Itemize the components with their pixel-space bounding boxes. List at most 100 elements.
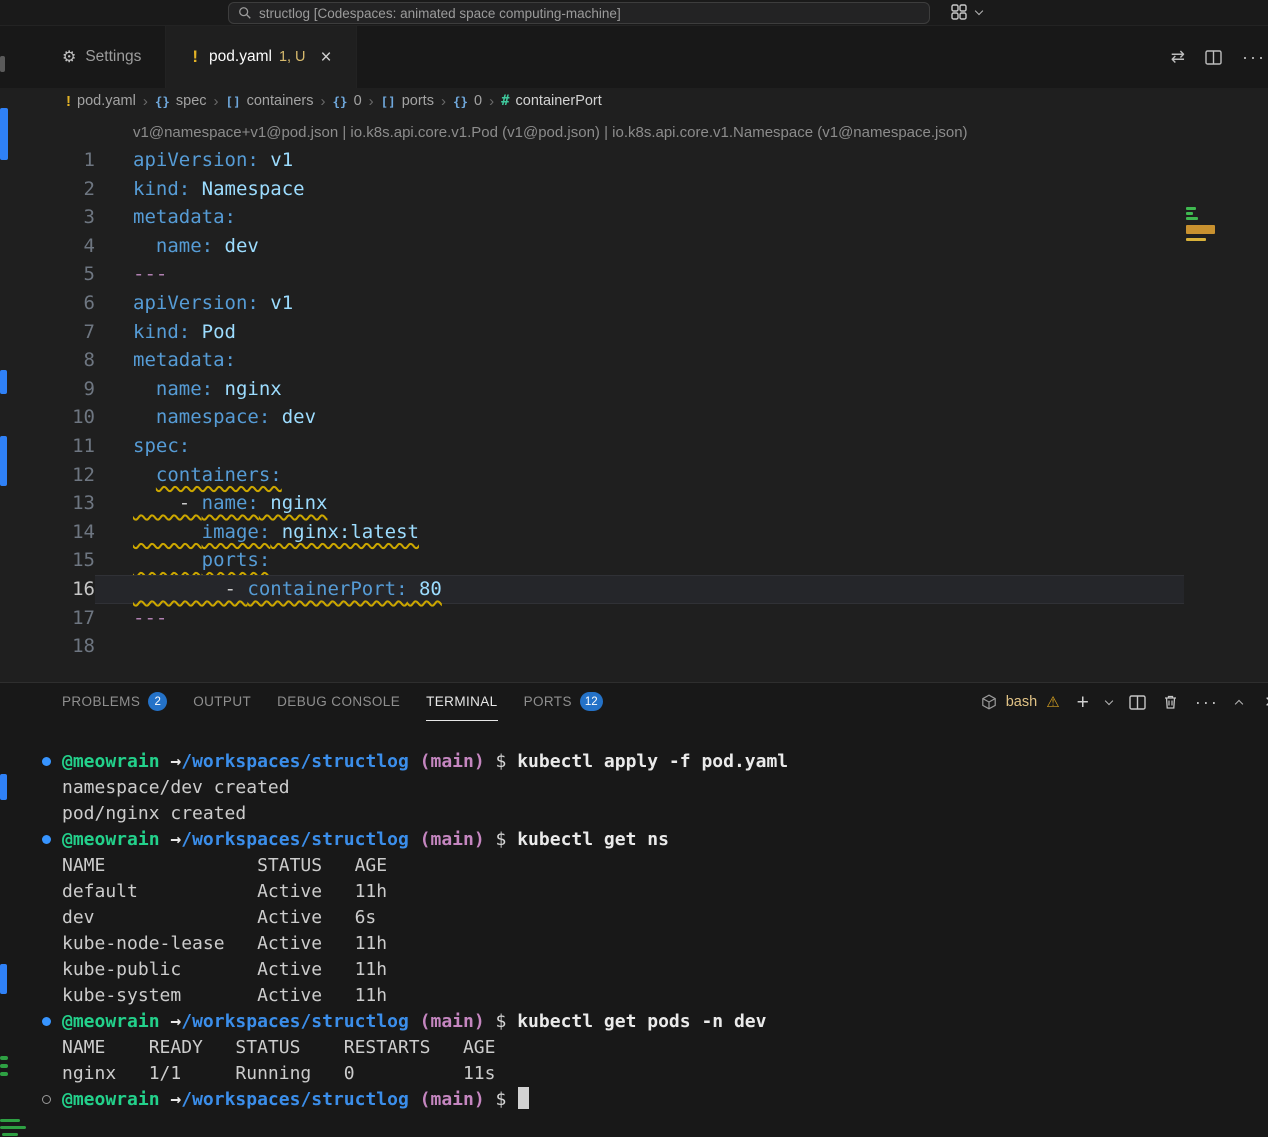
code-line-content: ports: — [95, 546, 1184, 575]
terminal-line[interactable]: @meowrain →/workspaces/structlog (main) … — [40, 827, 1268, 853]
terminal-line[interactable]: NAME READY STATUS RESTARTS AGE — [40, 1035, 1268, 1061]
code-line[interactable]: 12 containers: — [0, 461, 1268, 490]
terminal-line[interactable]: dev Active 6s — [40, 905, 1268, 931]
command-center-search[interactable]: structlog [Codespaces: animated space co… — [228, 2, 930, 24]
code-line[interactable]: 18 — [0, 632, 1268, 661]
command-marker — [40, 749, 62, 775]
terminal-line[interactable]: namespace/dev created — [40, 775, 1268, 801]
split-terminal-icon[interactable] — [1129, 695, 1146, 710]
code-line[interactable]: 2kind: Namespace — [0, 175, 1268, 204]
field-symbol-icon: # — [501, 93, 509, 109]
panel-tab-terminal[interactable]: TERMINAL — [426, 683, 497, 721]
terminal-line[interactable]: @meowrain →/workspaces/structlog (main) … — [40, 1009, 1268, 1035]
terminal-line-content: nginx 1/1 Running 0 11s — [62, 1061, 495, 1087]
line-number: 10 — [0, 403, 95, 432]
more-actions-icon[interactable]: ··· — [1242, 47, 1266, 68]
line-number: 11 — [0, 432, 95, 461]
code-line-content: apiVersion: v1 — [95, 289, 1184, 318]
command-marker — [40, 905, 62, 931]
terminal-shell-name[interactable]: bash — [1006, 694, 1037, 710]
breadcrumb-separator-icon: › — [441, 93, 446, 110]
terminal-content: @meowrain →/workspaces/structlog (main) … — [40, 749, 1268, 1113]
code-line[interactable]: 13 - name: nginx — [0, 489, 1268, 518]
command-marker — [40, 853, 62, 879]
code-line[interactable]: 10 namespace: dev — [0, 403, 1268, 432]
terminal-line[interactable]: NAME STATUS AGE — [40, 853, 1268, 879]
terminal-line-content: kube-public Active 11h — [62, 957, 387, 983]
terminal-line[interactable]: kube-public Active 11h — [40, 957, 1268, 983]
panel-tab-problems[interactable]: PROBLEMS2 — [62, 683, 167, 721]
line-number: 14 — [0, 518, 95, 547]
command-marker — [40, 931, 62, 957]
tab-settings[interactable]: ⚙ Settings — [38, 26, 166, 88]
breadcrumb-label: ports — [402, 93, 434, 109]
minimap[interactable] — [1184, 202, 1268, 682]
line-number: 16 — [0, 575, 95, 604]
breadcrumb-item[interactable]: !pod.yaml — [66, 93, 136, 110]
code-line-content: metadata: — [95, 346, 1184, 375]
terminal-line[interactable]: kube-system Active 11h — [40, 983, 1268, 1009]
code-line[interactable]: 8metadata: — [0, 346, 1268, 375]
code-line[interactable]: 9 name: nginx — [0, 375, 1268, 404]
command-marker — [40, 1035, 62, 1061]
panel-tab-debug-console[interactable]: DEBUG CONSOLE — [277, 683, 400, 721]
breadcrumb-label: containers — [247, 93, 314, 109]
code-line[interactable]: 14 image: nginx:latest — [0, 518, 1268, 547]
panel-tab-ports[interactable]: PORTS12 — [524, 683, 603, 721]
maximize-panel-icon[interactable] — [1235, 700, 1243, 708]
terminal-line[interactable]: default Active 11h — [40, 879, 1268, 905]
new-terminal-icon[interactable]: + — [1077, 692, 1089, 713]
code-line[interactable]: 5--- — [0, 260, 1268, 289]
code-line[interactable]: 16 - containerPort: 80 — [0, 575, 1268, 604]
title-bar: structlog [Codespaces: animated space co… — [0, 0, 1268, 26]
array-symbol-icon: [] — [226, 94, 241, 109]
code-lines[interactable]: 1apiVersion: v12kind: Namespace3metadata… — [0, 146, 1268, 661]
panel: PROBLEMS2 OUTPUT DEBUG CONSOLE TERMINAL PORT… — [0, 682, 1268, 1137]
command-marker — [40, 1061, 62, 1087]
split-editor-icon[interactable] — [1205, 50, 1222, 65]
code-line[interactable]: 11spec: — [0, 432, 1268, 461]
terminal-line[interactable]: @meowrain →/workspaces/structlog (main) … — [40, 1087, 1268, 1113]
terminal-dropdown-icon[interactable] — [1105, 696, 1113, 704]
search-text: structlog [Codespaces: animated space co… — [259, 6, 621, 21]
command-marker — [40, 1009, 62, 1035]
code-line[interactable]: 17--- — [0, 604, 1268, 633]
yaml-schema-codelens[interactable]: v1@namespace+v1@pod.json | io.k8s.api.co… — [0, 114, 1268, 146]
code-line[interactable]: 7kind: Pod — [0, 318, 1268, 347]
more-actions-icon[interactable]: ··· — [1195, 692, 1219, 713]
terminal-line[interactable]: @meowrain →/workspaces/structlog (main) … — [40, 749, 1268, 775]
code-line-content: name: dev — [95, 232, 1184, 261]
terminal-line[interactable]: pod/nginx created — [40, 801, 1268, 827]
command-success-icon — [42, 835, 51, 844]
code-line[interactable]: 4 name: dev — [0, 232, 1268, 261]
code-line-content: namespace: dev — [95, 403, 1184, 432]
codespaces-menu-button[interactable] — [950, 3, 982, 21]
panel-tab-label: PORTS — [524, 694, 572, 709]
code-line[interactable]: 1apiVersion: v1 — [0, 146, 1268, 175]
trash-icon[interactable] — [1163, 694, 1178, 710]
warning-icon: ⚠ — [1046, 693, 1059, 711]
terminal-line-content: NAME READY STATUS RESTARTS AGE — [62, 1035, 495, 1061]
code-line[interactable]: 6apiVersion: v1 — [0, 289, 1268, 318]
terminal-line[interactable]: nginx 1/1 Running 0 11s — [40, 1061, 1268, 1087]
breadcrumb-item[interactable]: [] containers — [226, 93, 314, 109]
panel-tab-output[interactable]: OUTPUT — [193, 683, 251, 721]
panel-tab-label: PROBLEMS — [62, 694, 140, 709]
tab-pod-yaml[interactable]: ! pod.yaml 1, U × — [166, 26, 356, 88]
breadcrumb-item[interactable]: {}spec — [155, 93, 207, 109]
terminal[interactable]: @meowrain →/workspaces/structlog (main) … — [0, 721, 1268, 1113]
code-line-content — [95, 632, 1184, 661]
breadcrumb-item[interactable]: {}0 — [453, 93, 482, 109]
breadcrumb-item[interactable]: {}0 — [333, 93, 362, 109]
open-changes-icon[interactable]: ⇄ — [1171, 47, 1185, 67]
code-line[interactable]: 3metadata: — [0, 203, 1268, 232]
breadcrumb-item[interactable]: []ports — [381, 93, 434, 109]
terminal-line[interactable]: kube-node-lease Active 11h — [40, 931, 1268, 957]
code-line[interactable]: 15 ports: — [0, 546, 1268, 575]
code-line-content: - name: nginx — [95, 489, 1184, 518]
tab-problems-git-badge: 1, U — [279, 49, 306, 65]
close-tab-icon[interactable]: × — [321, 48, 332, 67]
line-number: 2 — [0, 175, 95, 204]
breadcrumb-item[interactable]: #containerPort — [501, 93, 602, 109]
object-symbol-icon: {} — [453, 94, 468, 109]
